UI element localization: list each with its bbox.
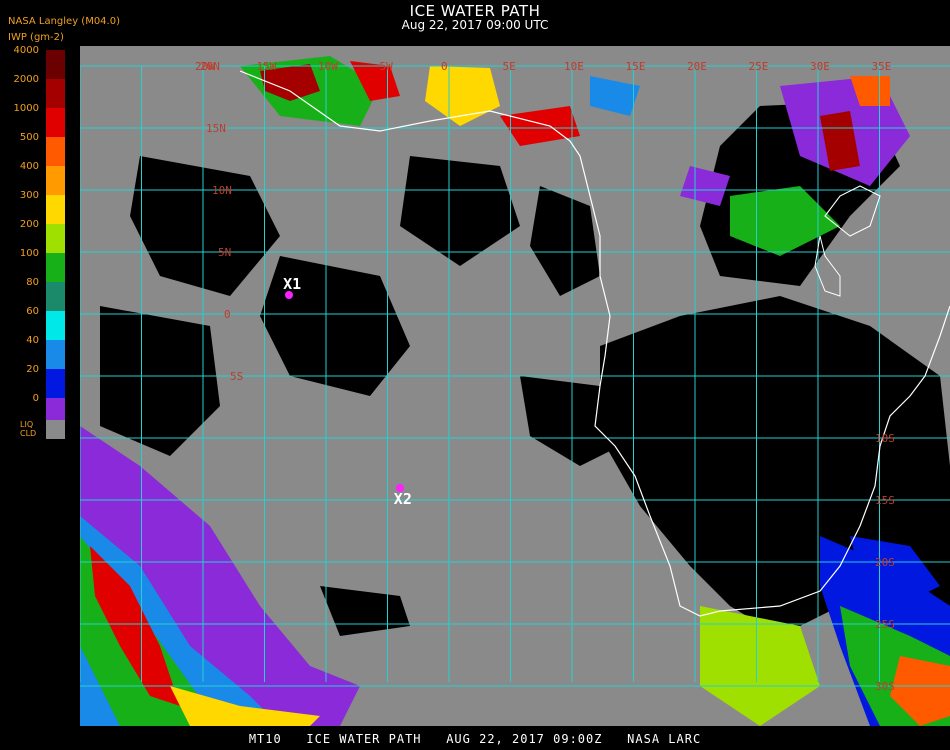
- legend-label: 4000: [13, 45, 39, 56]
- satellite-map[interactable]: 20W 15W 10W 5W 0 5E 10E 15E 20E 25E 30E 35E 20N 15N 10…: [80, 46, 950, 726]
- latitude-label: 10N: [212, 184, 232, 197]
- marker-label: X1: [283, 275, 302, 294]
- latitude-label: 15N: [206, 122, 226, 135]
- longitude-label: 20E: [687, 60, 707, 73]
- units-label: IWP (gm-2): [8, 32, 64, 43]
- legend-swatch: [46, 137, 65, 166]
- legend-swatch: [46, 108, 65, 137]
- longitude-label: 10W: [318, 60, 338, 73]
- liquid-cloud-label: LIQ CLD: [20, 420, 37, 438]
- longitude-label: 15E: [625, 60, 646, 73]
- map-subtitle: Aug 22, 2017 09:00 UTC: [401, 18, 549, 32]
- legend-swatch: [46, 79, 65, 108]
- latitude-label: 0: [224, 308, 231, 321]
- latitude-label: 5N: [218, 246, 232, 259]
- legend-label: 200: [19, 219, 39, 230]
- legend-label: 0: [32, 393, 39, 404]
- legend-swatch: [46, 195, 65, 224]
- latitude-label: 10S: [875, 432, 895, 445]
- latitude-label: 25S: [875, 618, 895, 631]
- legend-label: 40: [26, 335, 39, 346]
- map-canvas: [80, 46, 950, 726]
- legend-swatch: [46, 50, 65, 79]
- legend-label: 80: [26, 277, 39, 288]
- legend-label: 500: [19, 132, 39, 143]
- longitude-label: 25E: [748, 60, 769, 73]
- longitude-label: 10E: [564, 60, 584, 73]
- longitude-label: 35E: [871, 60, 892, 73]
- producer-label: NASA Langley (M04.0): [8, 16, 120, 27]
- legend-label: 1000: [13, 103, 39, 114]
- legend-label: 60: [26, 306, 39, 317]
- marker-label: X2: [393, 489, 412, 508]
- legend-label: 20: [26, 364, 39, 375]
- legend-swatch: [46, 282, 65, 311]
- latitude-label: 15S: [875, 494, 895, 507]
- latitude-label: 5S: [230, 370, 244, 383]
- legend-swatch: [46, 166, 65, 195]
- legend-label: 300: [19, 190, 39, 201]
- latitude-label: 20N: [200, 60, 220, 73]
- legend-label: 100: [19, 248, 39, 259]
- legend-label: 400: [19, 161, 39, 172]
- legend-swatch: [46, 369, 65, 398]
- legend-swatch: [46, 224, 65, 253]
- longitude-label: 5W: [379, 60, 393, 73]
- longitude-label: 15W: [256, 60, 277, 73]
- latitude-label: 30S: [875, 680, 895, 693]
- legend-label: 2000: [13, 74, 39, 85]
- liquid-cloud-swatch: [46, 420, 65, 439]
- footer-caption: MT10 ICE WATER PATH AUG 22, 2017 09:00Z …: [248, 732, 702, 746]
- legend-swatch: [46, 311, 65, 340]
- latitude-label: 20S: [875, 556, 895, 569]
- longitude-label: 0: [441, 60, 448, 73]
- longitude-label: 30E: [810, 60, 830, 73]
- longitude-label: 5E: [502, 60, 516, 73]
- legend-swatch: [46, 253, 65, 282]
- legend-swatch: [46, 340, 65, 369]
